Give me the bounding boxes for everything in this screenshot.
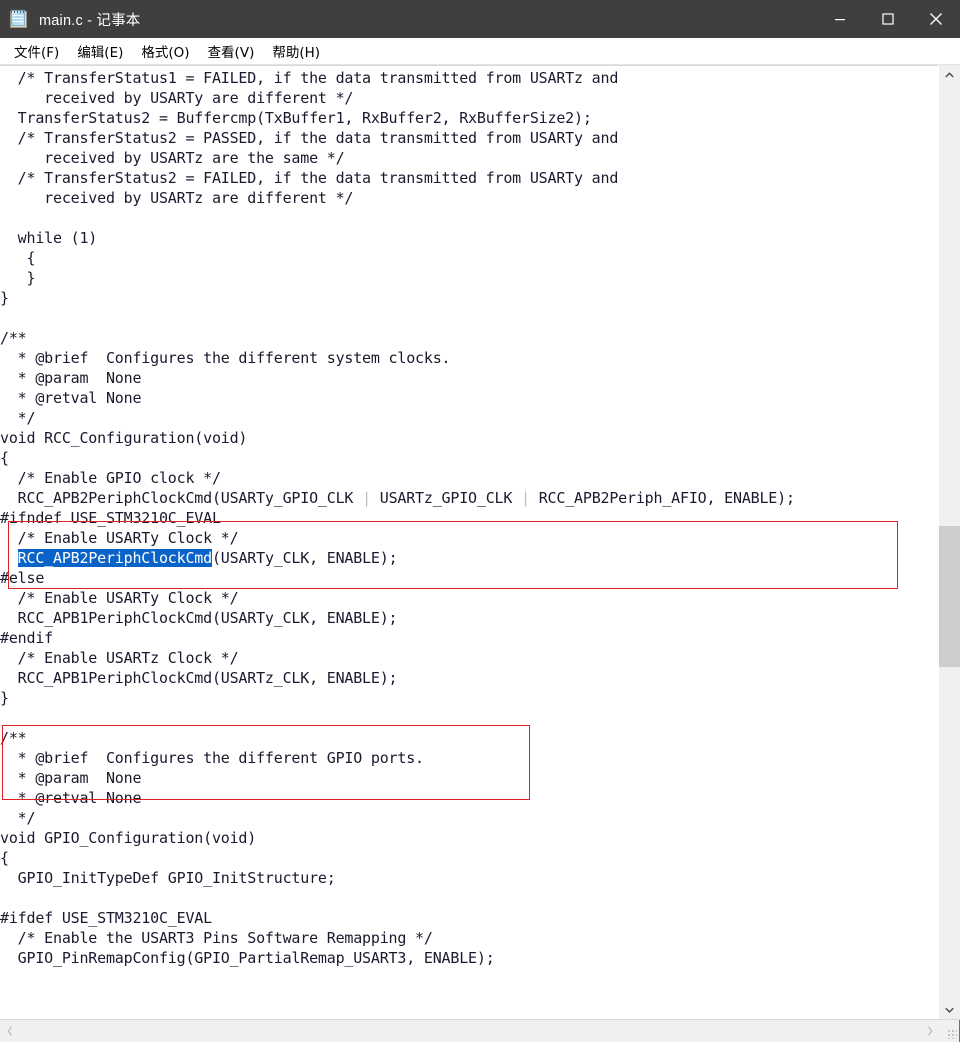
code-line: /** xyxy=(0,329,27,347)
code-line: RCC_APB1PeriphClockCmd(USARTy_CLK, ENABL… xyxy=(0,609,398,627)
code-line: void RCC_Configuration(void) xyxy=(0,429,248,447)
code-line: { xyxy=(0,449,9,467)
menu-item-format[interactable]: 格式(O) xyxy=(133,39,197,64)
code-line: { xyxy=(0,849,9,867)
code-line: /* Enable USARTz Clock */ xyxy=(0,649,239,667)
code-line: RCC_APB2PeriphClockCmd(USARTy_GPIO_CLK |… xyxy=(0,489,795,507)
code-line: /* TransferStatus2 = FAILED, if the data… xyxy=(0,169,619,187)
code-line: * @param None xyxy=(0,769,142,787)
scroll-down-button[interactable] xyxy=(939,1000,960,1019)
code-line: } xyxy=(0,269,36,287)
minimize-button[interactable] xyxy=(816,0,864,38)
code-line: void GPIO_Configuration(void) xyxy=(0,829,257,847)
close-button[interactable] xyxy=(912,0,960,38)
code-line: #ifndef USE_STM3210C_EVAL xyxy=(0,509,221,527)
code-line: /* TransferStatus1 = FAILED, if the data… xyxy=(0,69,619,87)
chevron-down-icon xyxy=(945,1007,954,1013)
code-line: * @retval None xyxy=(0,789,142,807)
code-line: */ xyxy=(0,809,36,827)
menu-item-edit[interactable]: 编辑(E) xyxy=(69,39,131,64)
notepad-icon xyxy=(9,9,29,29)
window-controls xyxy=(816,0,960,38)
code-line: /* Enable the USART3 Pins Software Remap… xyxy=(0,929,433,947)
code-line: #ifdef USE_STM3210C_EVAL xyxy=(0,909,212,927)
code-line: } xyxy=(0,689,9,707)
code-line: GPIO_InitTypeDef GPIO_InitStructure; xyxy=(0,869,336,887)
scroll-right-button[interactable] xyxy=(920,1020,940,1042)
vertical-scroll-track[interactable] xyxy=(939,84,960,1000)
code-line: * @brief Configures the different system… xyxy=(0,349,451,367)
code-line: RCC_APB1PeriphClockCmd(USARTz_CLK, ENABL… xyxy=(0,669,398,687)
code-line: * @param None xyxy=(0,369,142,387)
window-title: main.c - 记事本 xyxy=(39,12,141,29)
chevron-up-icon xyxy=(945,71,954,77)
code-line: received by USARTz are the same */ xyxy=(0,149,345,167)
code-line: } xyxy=(0,289,9,307)
maximize-icon xyxy=(882,13,894,25)
code-line: while (1) xyxy=(0,229,98,247)
notepad-window: main.c - 记事本 文件(F) 编辑(E) 格式(O) 查看(V) 帮助(… xyxy=(0,0,960,1042)
code-line: * @brief Configures the different GPIO p… xyxy=(0,749,424,767)
vertical-scroll-thumb[interactable] xyxy=(939,526,960,667)
code-line: /* Enable USARTy Clock */ xyxy=(0,529,239,547)
menu-item-help[interactable]: 帮助(H) xyxy=(264,39,328,64)
title-bar-left: main.c - 记事本 xyxy=(0,9,141,30)
resize-grip-icon[interactable] xyxy=(940,1020,960,1042)
selected-text[interactable]: RCC_APB2PeriphClockCmd xyxy=(17,549,212,567)
horizontal-scrollbar[interactable] xyxy=(0,1019,960,1042)
code-line: /** xyxy=(0,729,27,747)
menu-item-file[interactable]: 文件(F) xyxy=(6,39,67,64)
scroll-up-button[interactable] xyxy=(939,65,960,84)
code-line: */ xyxy=(0,409,36,427)
code-line: received by USARTy are different */ xyxy=(0,89,354,107)
maximize-button[interactable] xyxy=(864,0,912,38)
code-line: #else xyxy=(0,569,45,587)
vertical-scrollbar[interactable] xyxy=(938,65,960,1019)
code-line: #endif xyxy=(0,629,53,647)
menu-bar: 文件(F) 编辑(E) 格式(O) 查看(V) 帮助(H) xyxy=(0,38,960,65)
editor-area: /* TransferStatus1 = FAILED, if the data… xyxy=(0,65,960,1019)
code-line: * @retval None xyxy=(0,389,142,407)
text-editor[interactable]: /* TransferStatus1 = FAILED, if the data… xyxy=(0,65,938,1019)
close-icon xyxy=(930,13,942,25)
scroll-left-button[interactable] xyxy=(0,1020,20,1042)
code-line: /* Enable GPIO clock */ xyxy=(0,469,221,487)
code-line: received by USARTz are different */ xyxy=(0,189,354,207)
title-bar[interactable]: main.c - 记事本 xyxy=(0,0,960,38)
code-line: /* TransferStatus2 = PASSED, if the data… xyxy=(0,129,619,147)
code-line: /* Enable USARTy Clock */ xyxy=(0,589,239,607)
menu-item-view[interactable]: 查看(V) xyxy=(200,39,263,64)
horizontal-scroll-track[interactable] xyxy=(20,1020,920,1042)
code-line: { xyxy=(0,249,36,267)
code-text[interactable]: /* TransferStatus1 = FAILED, if the data… xyxy=(0,68,938,968)
minimize-icon xyxy=(835,19,845,21)
code-line: GPIO_PinRemapConfig(GPIO_PartialRemap_US… xyxy=(0,949,495,967)
code-line: TransferStatus2 = Buffercmp(TxBuffer1, R… xyxy=(0,109,592,127)
chevron-left-icon xyxy=(7,1026,13,1036)
code-line: RCC_APB2PeriphClockCmd(USARTy_CLK, ENABL… xyxy=(17,549,398,567)
chevron-right-icon xyxy=(927,1026,933,1036)
